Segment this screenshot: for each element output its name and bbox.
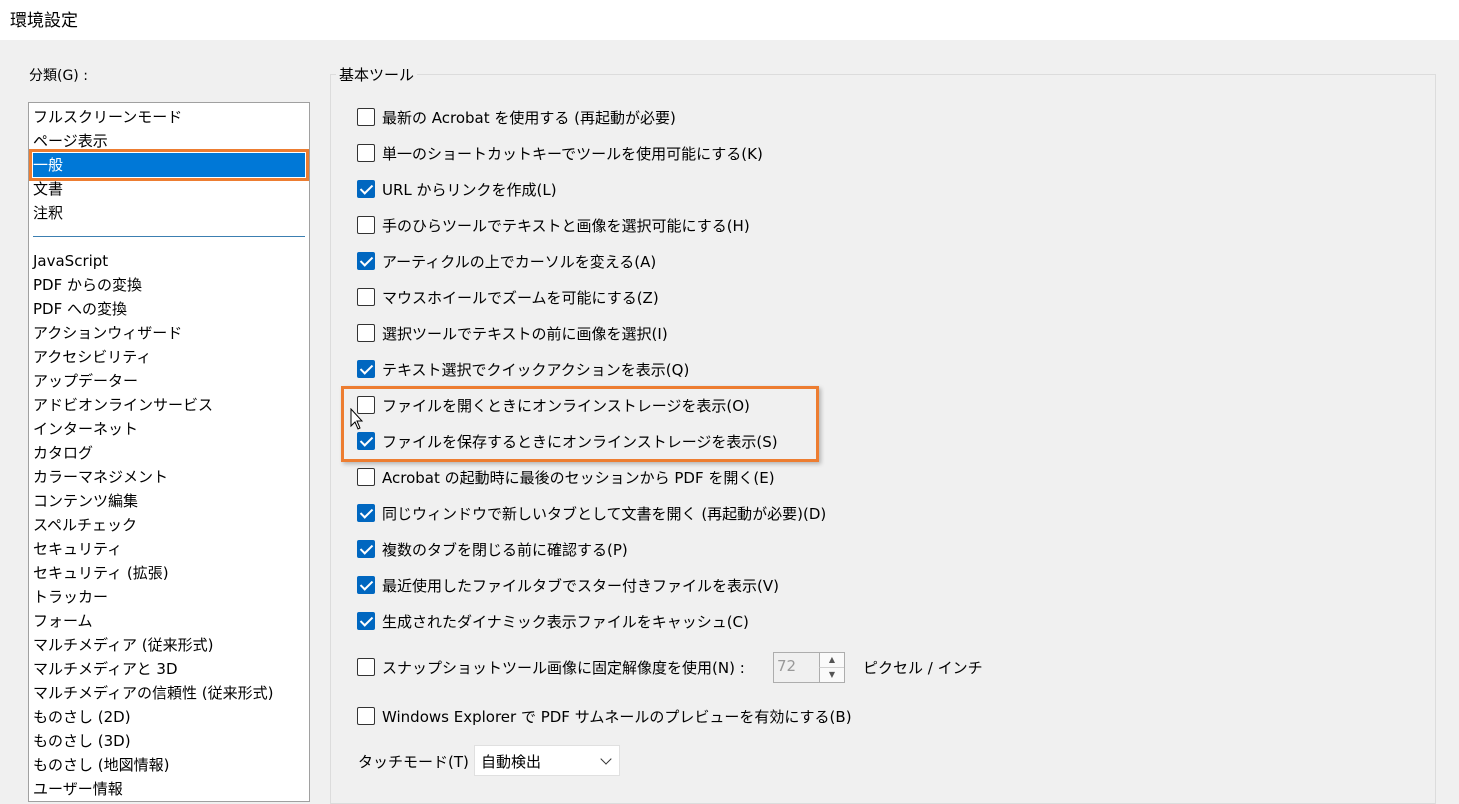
option-label: Acrobat の起動時に最後のセッションから PDF を開く(E) — [382, 468, 775, 487]
resolution-spinner[interactable]: 72 ▲ ▼ — [773, 652, 845, 683]
category-item[interactable]: ユーザー情報 — [33, 777, 305, 801]
touch-mode-select[interactable]: 自動検出 — [474, 745, 620, 776]
option-checkbox[interactable] — [357, 576, 375, 594]
option-checkbox[interactable] — [357, 108, 375, 126]
option-label: 最近使用したファイルタブでスター付きファイルを表示(V) — [382, 576, 779, 595]
option-row[interactable]: 生成されたダイナミック表示ファイルをキャッシュ(C) — [357, 610, 749, 632]
touch-mode-value: 自動検出 — [481, 753, 542, 771]
category-item[interactable]: スペルチェック — [33, 513, 305, 537]
option-checkbox[interactable] — [357, 540, 375, 558]
option-checkbox[interactable] — [357, 144, 375, 162]
category-item[interactable]: アクションウィザード — [33, 321, 305, 345]
option-label: URL からリンクを作成(L) — [382, 180, 557, 199]
category-item[interactable]: トラッカー — [33, 585, 305, 609]
category-item[interactable]: ページ表示 — [33, 129, 305, 153]
category-item[interactable]: セキュリティ (拡張) — [33, 561, 305, 585]
window-title: 環境設定 — [10, 11, 78, 31]
category-item[interactable]: ものさし (地図情報) — [33, 753, 305, 777]
option-checkbox[interactable] — [357, 324, 375, 342]
thumbnail-checkbox[interactable] — [357, 707, 375, 725]
option-checkbox[interactable] — [357, 504, 375, 522]
option-row[interactable]: 同じウィンドウで新しいタブとして文書を開く (再起動が必要)(D) — [357, 502, 826, 524]
category-item[interactable]: アドビオンラインサービス — [33, 393, 305, 417]
category-item[interactable]: コンテンツ編集 — [33, 489, 305, 513]
option-label: 最新の Acrobat を使用する (再起動が必要) — [382, 108, 676, 127]
option-label: 手のひらツールでテキストと画像を選択可能にする(H) — [382, 216, 750, 235]
option-row[interactable]: マウスホイールでズームを可能にする(Z) — [357, 286, 659, 308]
category-item[interactable]: セキュリティ — [33, 537, 305, 561]
option-row[interactable]: テキスト選択でクイックアクションを表示(Q) — [357, 358, 689, 380]
option-label: 単一のショートカットキーでツールを使用可能にする(K) — [382, 144, 763, 163]
option-label: 選択ツールでテキストの前に画像を選択(I) — [382, 324, 668, 343]
option-row[interactable]: 選択ツールでテキストの前に画像を選択(I) — [357, 322, 668, 344]
category-list[interactable]: フルスクリーンモード ページ表示 一般 文書 注釈 JavaScript PDF からの変… — [28, 102, 310, 802]
option-row[interactable]: 複数のタブを閉じる前に確認する(P) — [357, 538, 628, 560]
category-item[interactable]: インターネット — [33, 417, 305, 441]
category-item[interactable]: PDF への変換 — [33, 297, 305, 321]
category-item[interactable]: ものさし (2D) — [33, 705, 305, 729]
option-row[interactable]: URL からリンクを作成(L) — [357, 178, 557, 200]
option-row[interactable]: 最新の Acrobat を使用する (再起動が必要) — [357, 106, 676, 128]
snapshot-checkbox[interactable] — [357, 658, 375, 676]
category-item[interactable]: JavaScript — [33, 249, 305, 273]
touch-mode-label: タッチモード(T) : — [358, 753, 479, 771]
category-item[interactable]: PDF からの変換 — [33, 273, 305, 297]
thumbnail-option[interactable]: Windows Explorer で PDF サムネールのプレビューを有効にする… — [357, 705, 852, 727]
thumbnail-label: Windows Explorer で PDF サムネールのプレビューを有効にする… — [382, 707, 852, 726]
option-row[interactable]: 最近使用したファイルタブでスター付きファイルを表示(V) — [357, 574, 779, 596]
option-checkbox[interactable] — [357, 180, 375, 198]
snapshot-option[interactable]: スナップショットツール画像に固定解像度を使用(N) : — [357, 656, 745, 678]
annotation-highlight-box — [341, 386, 819, 462]
option-checkbox[interactable] — [357, 288, 375, 306]
option-row[interactable]: 手のひらツールでテキストと画像を選択可能にする(H) — [357, 214, 750, 236]
option-row[interactable]: アーティクルの上でカーソルを変える(A) — [357, 250, 656, 272]
category-label: 分類(G) : — [29, 68, 88, 84]
category-item[interactable]: アクセシビリティ — [33, 345, 305, 369]
category-item[interactable]: フルスクリーンモード — [33, 105, 305, 129]
category-item[interactable]: 注釈 — [33, 201, 305, 225]
snapshot-label: スナップショットツール画像に固定解像度を使用(N) : — [382, 658, 745, 677]
mouse-pointer-icon — [350, 408, 364, 430]
category-item[interactable]: マルチメディアの信頼性 (従来形式) — [33, 681, 305, 705]
spin-down-icon[interactable]: ▼ — [819, 668, 844, 682]
title-bar: 環境設定 — [0, 0, 1459, 40]
option-label: 複数のタブを閉じる前に確認する(P) — [382, 540, 628, 559]
category-item[interactable]: 文書 — [33, 177, 305, 201]
spin-up-icon[interactable]: ▲ — [819, 653, 844, 668]
option-label: アーティクルの上でカーソルを変える(A) — [382, 252, 657, 271]
option-checkbox[interactable] — [357, 360, 375, 378]
option-row[interactable]: Acrobat の起動時に最後のセッションから PDF を開く(E) — [357, 466, 775, 488]
option-label: 同じウィンドウで新しいタブとして文書を開く (再起動が必要)(D) — [382, 504, 827, 523]
category-divider — [33, 236, 305, 237]
category-item[interactable]: アップデーター — [33, 369, 305, 393]
category-item[interactable]: 一般 — [29, 149, 309, 181]
category-item[interactable]: カタログ — [33, 441, 305, 465]
category-item[interactable]: マルチメディアと 3D — [33, 657, 305, 681]
category-item[interactable]: ものさし (3D) — [33, 729, 305, 753]
option-row[interactable]: 単一のショートカットキーでツールを使用可能にする(K) — [357, 142, 763, 164]
option-label: テキスト選択でクイックアクションを表示(Q) — [382, 360, 690, 379]
option-label: 生成されたダイナミック表示ファイルをキャッシュ(C) — [382, 612, 749, 631]
resolution-value: 72 — [777, 657, 797, 675]
category-item[interactable]: フォーム — [33, 609, 305, 633]
option-checkbox[interactable] — [357, 252, 375, 270]
option-label: マウスホイールでズームを可能にする(Z) — [382, 288, 659, 307]
resolution-unit: ピクセル / インチ — [863, 659, 983, 677]
category-item[interactable]: カラーマネジメント — [33, 465, 305, 489]
option-checkbox[interactable] — [357, 468, 375, 486]
chevron-down-icon — [600, 753, 612, 765]
basic-tools-title: 基本ツール — [336, 64, 418, 85]
option-checkbox[interactable] — [357, 612, 375, 630]
category-item[interactable]: マルチメディア (従来形式) — [33, 633, 305, 657]
option-checkbox[interactable] — [357, 216, 375, 234]
